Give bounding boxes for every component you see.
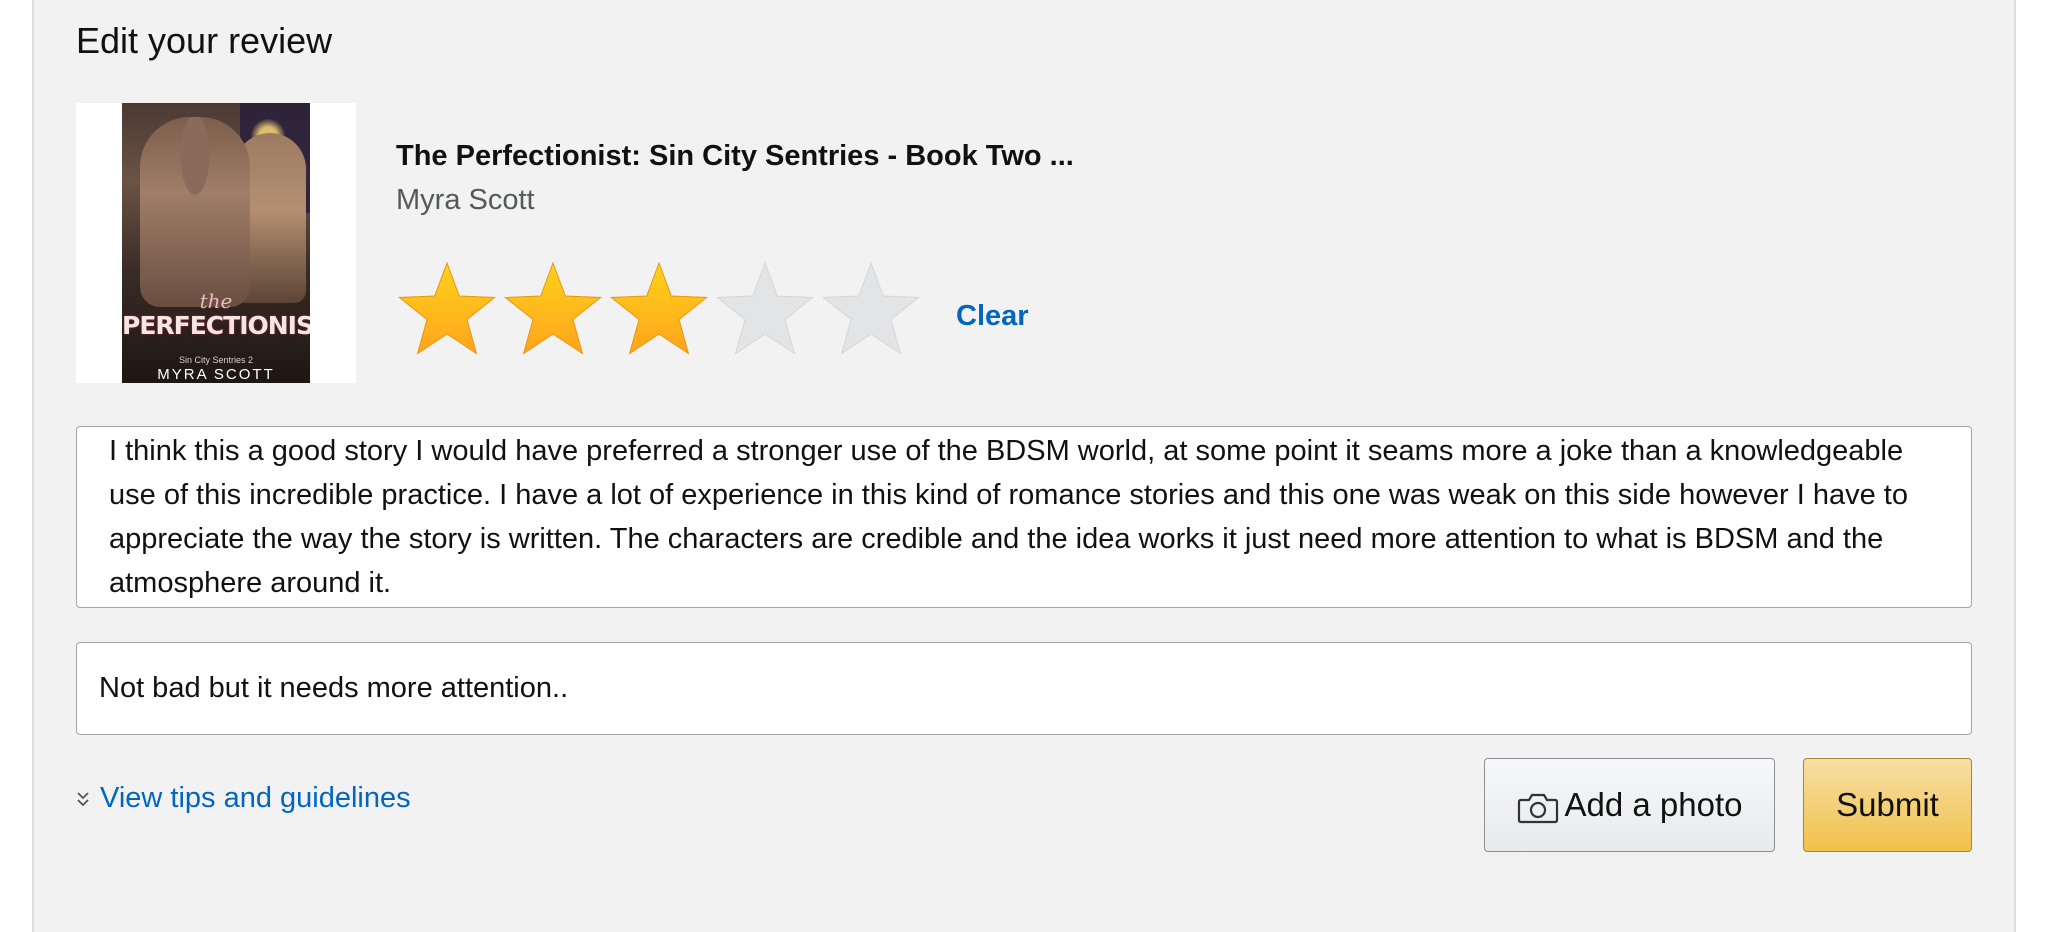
star-empty-icon[interactable]: [818, 257, 924, 363]
view-tips-link[interactable]: View tips and guidelines: [76, 782, 411, 815]
submit-button[interactable]: Submit: [1803, 758, 1972, 852]
review-body-textarea[interactable]: I think this a good story I would have p…: [76, 426, 1972, 608]
cover-author-text: MYRA SCOTT: [157, 366, 275, 383]
book-cover: the PERFECTIONIST Sin City Sentries 2 MY…: [122, 103, 310, 383]
star-rating[interactable]: [394, 254, 924, 366]
submit-label: Submit: [1836, 786, 1939, 823]
star-empty-icon[interactable]: [712, 257, 818, 363]
product-title: The Perfectionist: Sin City Sentries - B…: [396, 140, 1074, 172]
add-photo-label: Add a photo: [1564, 786, 1743, 823]
double-chevron-down-icon: [77, 791, 89, 806]
product-image: the PERFECTIONIST Sin City Sentries 2 MY…: [76, 103, 356, 383]
product-author: Myra Scott: [396, 184, 535, 216]
page-title: Edit your review: [76, 20, 333, 61]
star-filled-icon[interactable]: [606, 257, 712, 363]
view-tips-label: View tips and guidelines: [100, 782, 411, 814]
review-headline-input[interactable]: Not bad but it needs more attention..: [76, 642, 1972, 735]
add-photo-button[interactable]: Add a photo: [1484, 758, 1775, 852]
cover-figure-left: [140, 117, 250, 307]
star-filled-icon[interactable]: [394, 257, 500, 363]
cover-series-text: Sin City Sentries 2: [178, 355, 254, 365]
cover-the-text: the: [199, 289, 233, 313]
camera-icon: [1517, 793, 1558, 824]
clear-rating-link[interactable]: Clear: [956, 300, 1029, 333]
star-filled-icon[interactable]: [500, 257, 606, 363]
review-headline-text: Not bad but it needs more attention..: [99, 672, 569, 704]
cover-title-text: PERFECTIONIST: [122, 311, 310, 340]
